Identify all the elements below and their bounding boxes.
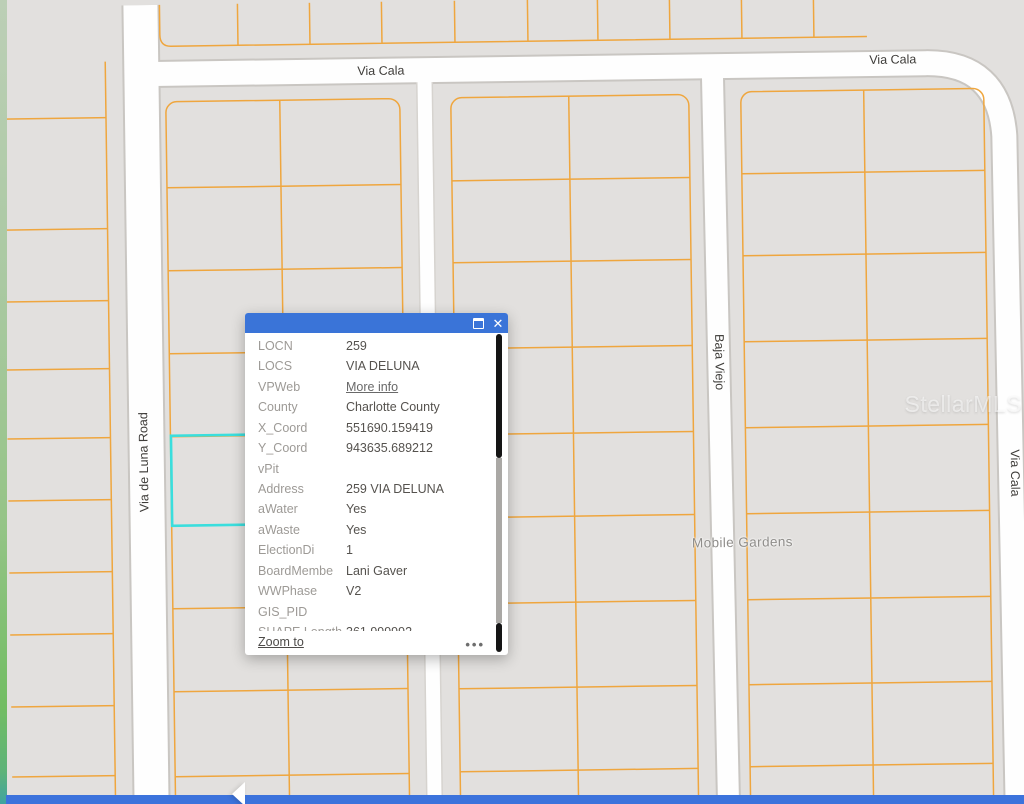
stellar-mls-watermark: StellarMLS (905, 391, 1022, 418)
field-label: WWPhase (258, 584, 346, 598)
attribute-row: BoardMembe Lani Gaver (245, 560, 508, 580)
attribute-row: Y_Coord 943635.689212 (245, 438, 508, 458)
close-icon: ✕ (493, 317, 504, 330)
field-label: County (258, 400, 346, 414)
attribute-row: VPWeb More info (245, 377, 508, 397)
popup-titlebar[interactable]: ✕ (245, 313, 508, 333)
close-button[interactable]: ✕ (488, 313, 508, 333)
field-label: LOCN (258, 339, 346, 353)
field-label: GIS_PID (258, 605, 346, 619)
attribute-row: aWater Yes (245, 499, 508, 519)
parcel-map-graphics (0, 0, 1024, 804)
field-label: Y_Coord (258, 441, 346, 455)
field-value: 259 (346, 339, 367, 353)
field-label: Address (258, 482, 346, 496)
maximize-icon (473, 318, 484, 329)
map-application-window: Via Cala Via Cala Via de Luna Road Baja … (0, 0, 1024, 804)
field-label: ElectionDi (258, 543, 346, 557)
attribute-row: ElectionDi 1 (245, 540, 508, 560)
field-value: Charlotte County (346, 400, 440, 414)
field-value: Yes (346, 502, 366, 516)
attribute-row: Address 259 VIA DELUNA (245, 479, 508, 499)
field-value: V2 (346, 584, 361, 598)
field-value: VIA DELUNA (346, 359, 420, 373)
field-label: LOCS (258, 359, 346, 373)
map-canvas[interactable]: Via Cala Via Cala Via de Luna Road Baja … (0, 0, 1024, 804)
field-value: 1 (346, 543, 353, 557)
road-label-via-cala-top-left: Via Cala (357, 63, 404, 78)
zoom-to-link[interactable]: Zoom to (258, 635, 304, 649)
more-info-link[interactable]: More info (346, 380, 398, 394)
attribute-row: X_Coord 551690.159419 (245, 418, 508, 438)
attribute-row: GIS_PID (245, 601, 508, 621)
place-label-mobile-gardens: Mobile Gardens (692, 534, 793, 550)
field-label: aWater (258, 502, 346, 516)
field-label: BoardMembe (258, 564, 346, 578)
field-value: 943635.689212 (346, 441, 433, 455)
attribute-row: vPit (245, 458, 508, 478)
scrollbar-thumb[interactable] (496, 334, 502, 458)
attribute-row: WWPhase V2 (245, 581, 508, 601)
scrollbar-track[interactable] (496, 458, 502, 623)
field-label: aWaste (258, 523, 346, 537)
attribute-row: LOCS VIA DELUNA (245, 356, 508, 376)
scrollbar-thumb-bottom[interactable] (496, 623, 502, 652)
bottom-accent-bar (6, 795, 1024, 804)
attribute-row: aWaste Yes (245, 520, 508, 540)
road-label-baja-viejo: Baja Viejo (712, 334, 727, 390)
road-label-via-cala-top-right: Via Cala (869, 52, 916, 67)
road-label-via-cala-right: Via Cala (1008, 449, 1023, 496)
attribute-row: SHAPE Length 361.999992 (245, 622, 508, 631)
more-options-button[interactable]: ••• (465, 637, 485, 652)
attribute-row: LOCN 259 (245, 336, 508, 356)
field-value: Yes (346, 523, 366, 537)
popup-scrollbar[interactable] (496, 334, 502, 652)
field-value: 259 VIA DELUNA (346, 482, 444, 496)
field-label: vPit (258, 462, 346, 476)
field-value: Lani Gaver (346, 564, 407, 578)
popup-pointer (232, 782, 245, 804)
feature-info-popup: ✕ LOCB 84119 LOCN 259 LOCS (245, 313, 508, 655)
popup-footer: Zoom to ••• (245, 631, 508, 655)
attribute-table[interactable]: LOCB 84119 LOCN 259 LOCS VIA DELUNA (245, 333, 508, 631)
maximize-button[interactable] (468, 313, 488, 333)
field-label: X_Coord (258, 421, 346, 435)
field-label: VPWeb (258, 380, 346, 394)
road-via-de-luna (140, 0, 152, 804)
field-value: 551690.159419 (346, 421, 433, 435)
road-label-via-de-luna-road: Via de Luna Road (136, 412, 151, 512)
vegetation-strip (0, 0, 7, 804)
attribute-row: County Charlotte County (245, 397, 508, 417)
